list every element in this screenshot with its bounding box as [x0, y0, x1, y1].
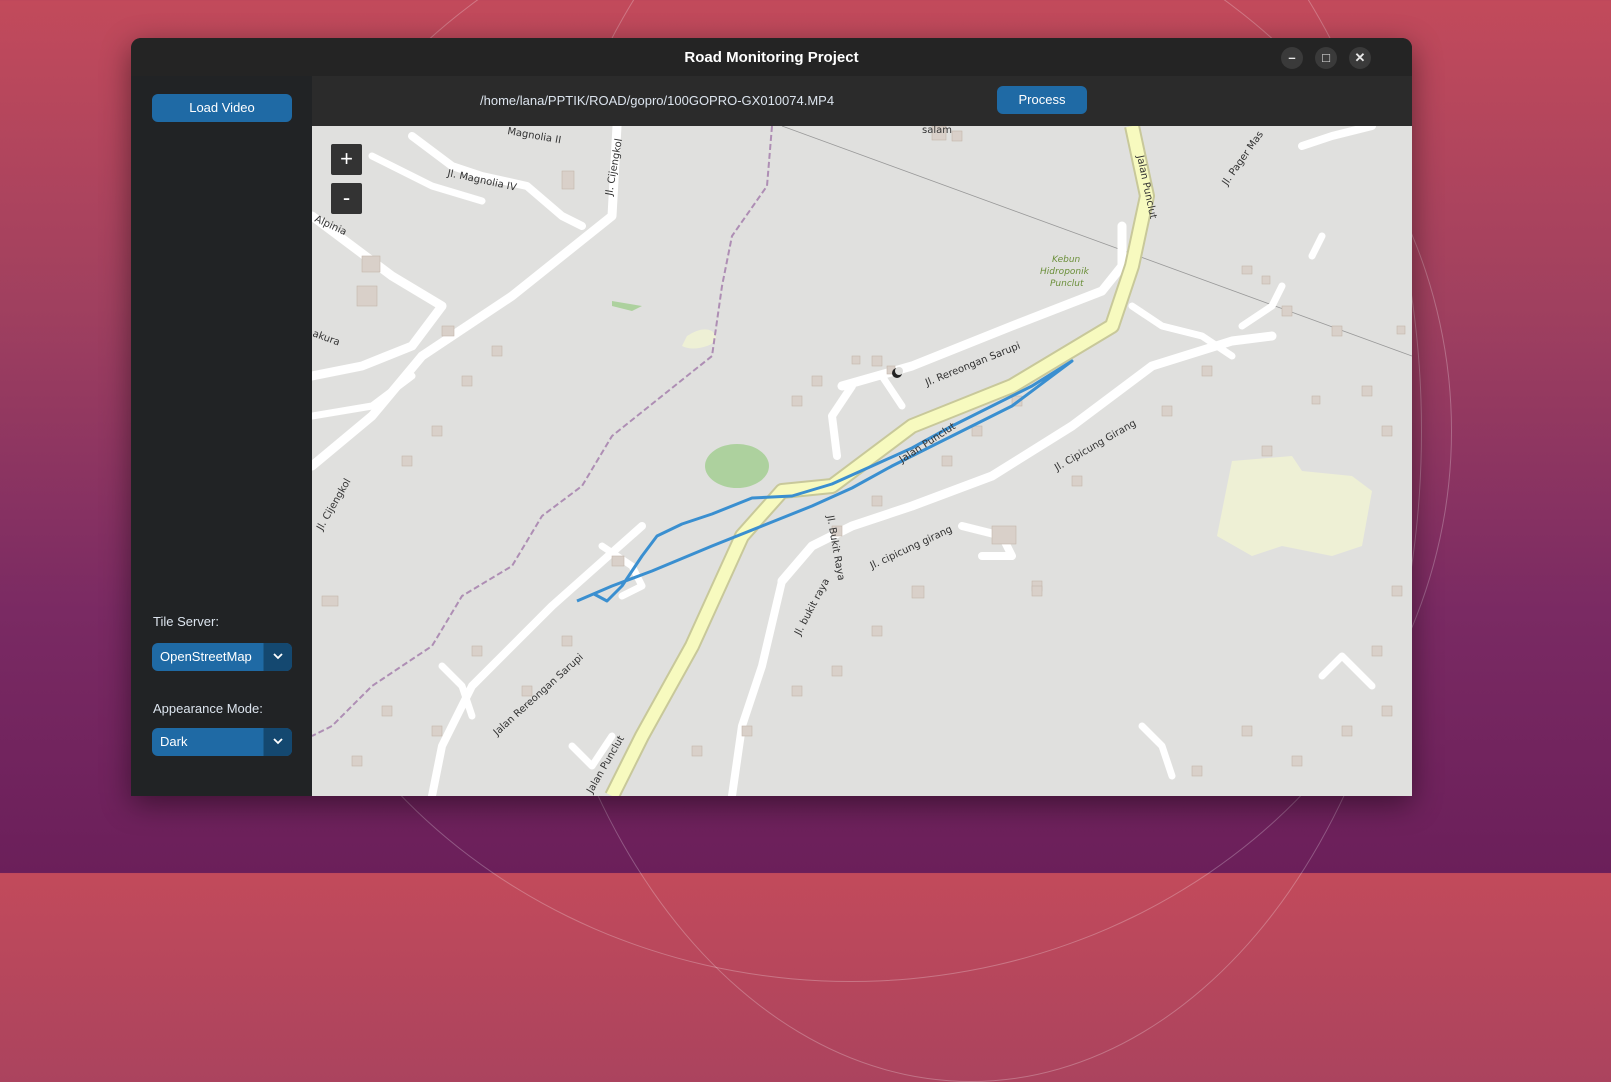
close-button[interactable]: ✕ — [1349, 47, 1371, 69]
tile-server-dropdown[interactable]: OpenStreetMap — [152, 643, 292, 671]
map-view[interactable]: Magnolia II Jl. Magnolia IV Jl. Cijengko… — [312, 126, 1412, 796]
sidebar: Load Video Tile Server: OpenStreetMap Ap… — [131, 76, 312, 796]
load-video-button[interactable]: Load Video — [152, 94, 292, 122]
appearance-mode-label: Appearance Mode: — [153, 701, 263, 716]
map-canvas[interactable]: Magnolia II Jl. Magnolia IV Jl. Cijengko… — [312, 126, 1412, 796]
map-label: salam — [922, 126, 952, 136]
chevron-down-icon[interactable] — [263, 728, 292, 756]
toolbar: /home/lana/PPTIK/ROAD/gopro/100GOPRO-GX0… — [312, 76, 1412, 126]
tile-server-label: Tile Server: — [153, 614, 219, 629]
tile-server-value: OpenStreetMap — [160, 649, 252, 664]
maximize-button[interactable]: □ — [1315, 47, 1337, 69]
window-title: Road Monitoring Project — [684, 48, 859, 66]
file-path-label: /home/lana/PPTIK/ROAD/gopro/100GOPRO-GX0… — [480, 93, 835, 108]
title-bar: Road Monitoring Project – □ ✕ — [131, 38, 1412, 76]
zoom-in-button[interactable]: + — [331, 144, 362, 175]
park-area — [705, 444, 769, 488]
map-label: Hidroponik — [1040, 267, 1090, 277]
map-label: Punclut — [1050, 279, 1084, 289]
app-window: Road Monitoring Project – □ ✕ Load Video… — [131, 38, 1412, 796]
map-label: Kebun — [1052, 255, 1081, 265]
appearance-mode-value: Dark — [160, 734, 188, 749]
minimize-button[interactable]: – — [1281, 47, 1303, 69]
chevron-down-icon[interactable] — [263, 643, 292, 671]
process-button[interactable]: Process — [997, 86, 1087, 114]
appearance-mode-dropdown[interactable]: Dark — [152, 728, 292, 756]
zoom-out-button[interactable]: - — [331, 183, 362, 214]
